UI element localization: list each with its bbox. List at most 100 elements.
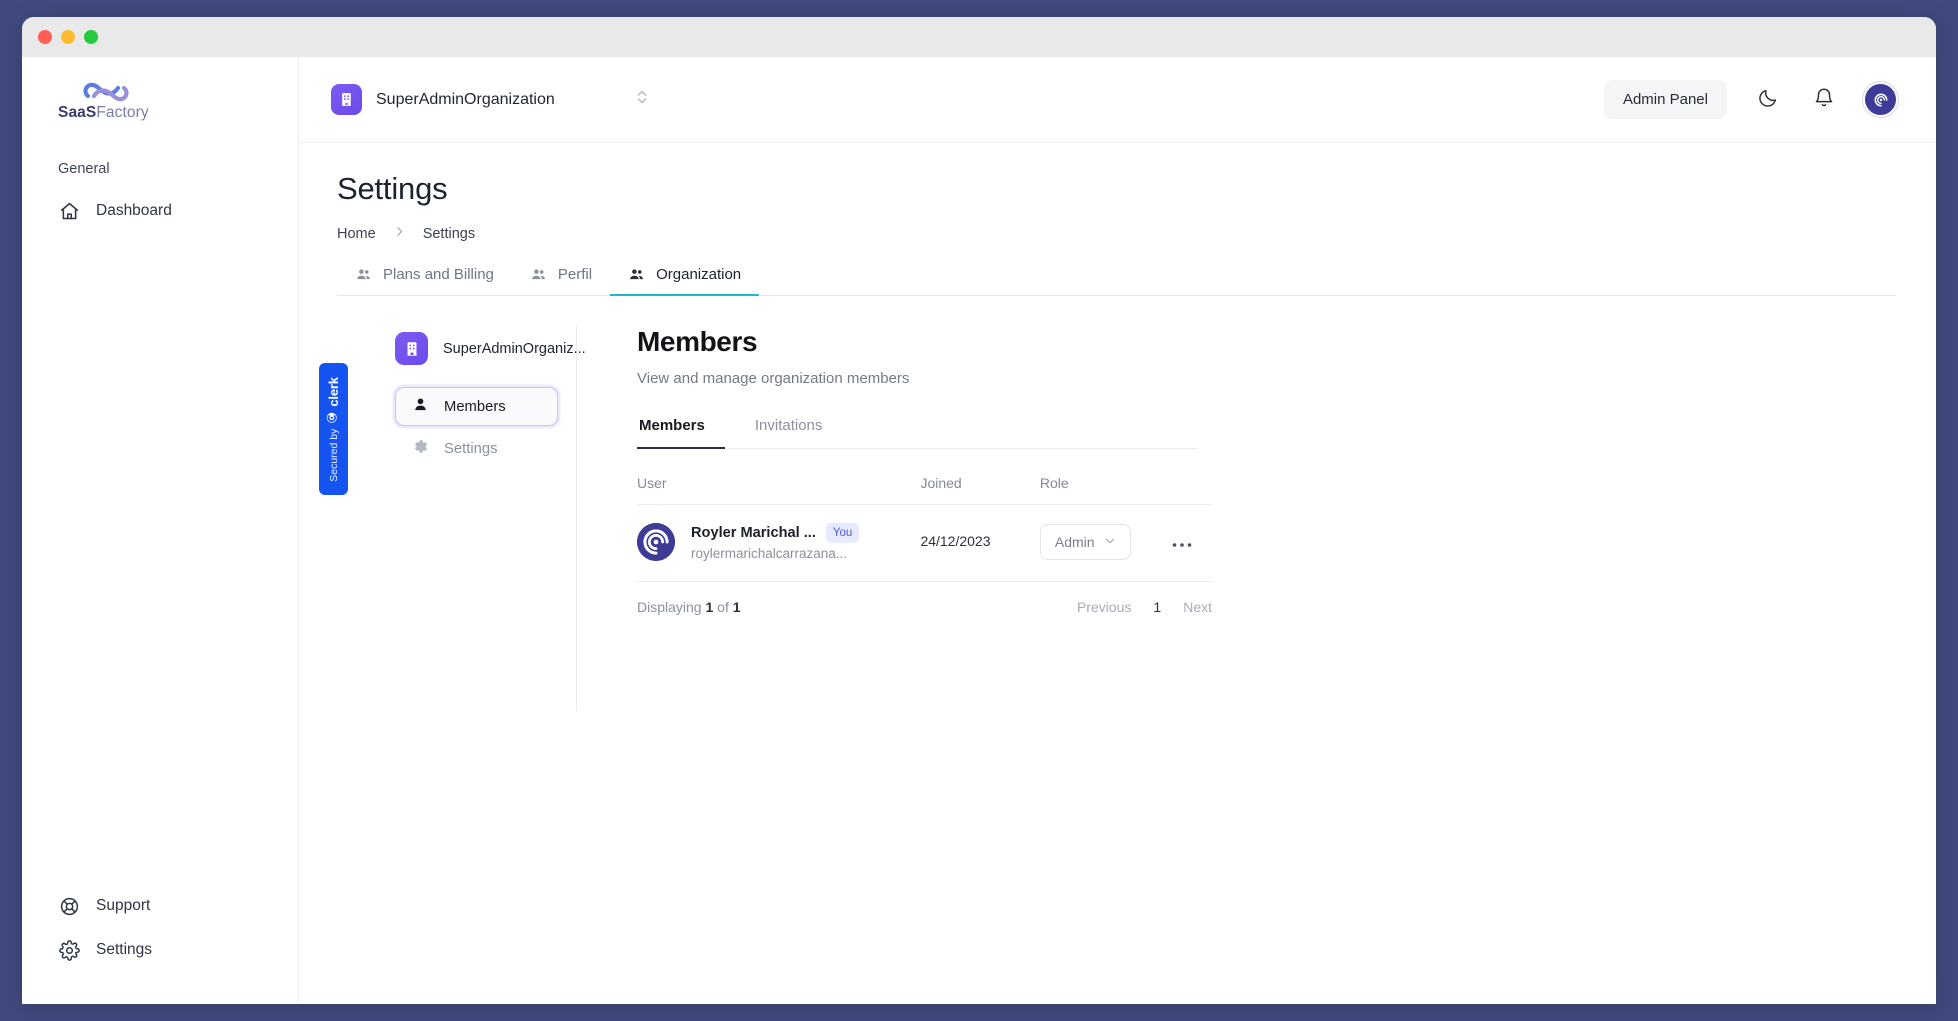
ellipsis-icon	[1172, 531, 1192, 553]
building-icon	[331, 84, 362, 115]
sidebar-item-settings[interactable]: Settings	[22, 928, 298, 972]
table-footer: Displaying 1 of 1 Previous 1 Next	[637, 581, 1212, 615]
column-header-user: User	[637, 457, 921, 505]
displaying-total: 1	[732, 599, 741, 616]
clerk-nav-item-members-label: Members	[444, 398, 506, 415]
displaying-count: 1	[705, 599, 714, 616]
admin-panel-button[interactable]: Admin Panel	[1603, 80, 1727, 119]
spiral-avatar-icon	[1870, 89, 1891, 110]
cell-joined: 24/12/2023	[920, 505, 1039, 580]
window-minimize-button[interactable]	[61, 30, 75, 44]
gear-icon	[58, 939, 80, 961]
cell-actions	[1151, 505, 1212, 580]
displaying-middle: of	[717, 599, 729, 616]
sidebar-item-dashboard-label: Dashboard	[96, 202, 172, 219]
logo-light-text: Factory	[96, 104, 149, 121]
column-header-role: Role	[1039, 457, 1152, 505]
spiral-avatar	[637, 523, 675, 562]
members-table-body: Royler Marichal ... You roylermarichalca…	[637, 505, 1212, 580]
tab-organization[interactable]: Organization	[610, 266, 760, 296]
app-window: SaaSFactory General Dashboard Support Se…	[22, 17, 1936, 1004]
tab-plans-and-billing[interactable]: Plans and Billing	[337, 266, 512, 296]
bell-icon	[1813, 87, 1835, 112]
secured-by-label: Secured by	[327, 428, 340, 482]
breadcrumb: Home Settings	[337, 225, 1896, 242]
page-title: Settings	[337, 171, 448, 206]
breadcrumb-item-home[interactable]: Home	[337, 226, 376, 242]
tab-perfil[interactable]: Perfil	[512, 266, 610, 296]
role-select-value: Admin	[1054, 534, 1095, 551]
sidebar-item-dashboard[interactable]: Dashboard	[22, 191, 298, 231]
app-logo[interactable]: SaaSFactory	[22, 57, 298, 143]
app-logo-text: SaaSFactory	[58, 104, 149, 122]
page-content: Settings Home Settings Plans and Billing	[299, 143, 1936, 1004]
secured-by-clerk-badge[interactable]: Secured by clerk	[319, 363, 348, 495]
main-column: SuperAdminOrganization Admin Panel Setti…	[299, 57, 1936, 1004]
table-header-row: User Joined Role	[637, 457, 1212, 505]
tab-organization-label: Organization	[656, 266, 742, 283]
clerk-organization-name: SuperAdminOrganiz...	[443, 340, 586, 357]
top-bar: SuperAdminOrganization Admin Panel	[299, 57, 1936, 143]
chevron-right-icon	[393, 225, 406, 242]
sidebar-item-support-label: Support	[96, 897, 151, 914]
window-maximize-button[interactable]	[84, 30, 98, 44]
window-titlebar	[22, 17, 1936, 57]
gear-icon	[412, 438, 429, 459]
notifications-button[interactable]	[1809, 85, 1839, 115]
members-title: Members	[637, 326, 758, 357]
pagination-page-1[interactable]: 1	[1153, 599, 1161, 615]
displaying-prefix: Displaying	[637, 599, 702, 616]
users-icon	[628, 266, 645, 283]
organization-profile: Secured by clerk SuperAdminOrganiz... Me…	[319, 326, 1896, 711]
displaying-status: Displaying 1 of 1	[637, 599, 741, 615]
home-icon	[58, 200, 80, 222]
clerk-nav-item-settings[interactable]: Settings	[395, 429, 558, 468]
person-icon	[412, 396, 429, 417]
infinity-cloud-logo-icon	[83, 82, 129, 102]
clerk-brand-label: clerk	[326, 376, 341, 407]
settings-tabs: Plans and Billing Perfil Organization	[337, 266, 1896, 296]
top-bar-actions: Admin Panel	[1603, 80, 1896, 119]
pagination-next-button[interactable]: Next	[1183, 599, 1212, 615]
sidebar-nav: Dashboard	[22, 191, 298, 231]
tab-invitations[interactable]: Invitations	[753, 417, 843, 449]
pagination: Previous 1 Next	[1077, 599, 1212, 615]
cell-role: Admin	[1039, 505, 1151, 580]
breadcrumb-item-settings[interactable]: Settings	[423, 226, 475, 242]
organization-name: SuperAdminOrganization	[376, 90, 555, 108]
role-select[interactable]: Admin	[1039, 524, 1131, 561]
members-table: User Joined Role Royler Marichal ... You…	[637, 457, 1212, 579]
lifebuoy-icon	[58, 895, 80, 917]
avatar[interactable]	[1865, 84, 1896, 115]
column-header-joined: Joined	[920, 457, 1040, 505]
tab-perfil-label: Perfil	[557, 266, 593, 283]
organization-profile-nav: SuperAdminOrganiz... Members Settings	[337, 326, 586, 711]
window-close-button[interactable]	[38, 30, 52, 44]
tab-members[interactable]: Members	[637, 417, 725, 449]
organization-switcher[interactable]: SuperAdminOrganization	[321, 78, 659, 121]
column-header-actions	[1151, 457, 1212, 505]
members-panel: Members View and manage organization mem…	[577, 326, 1896, 711]
clerk-nav-item-members[interactable]: Members	[395, 387, 558, 426]
logo-bold-text: SaaS	[58, 104, 97, 121]
sidebar-item-support[interactable]: Support	[22, 884, 298, 928]
chevron-up-down-icon[interactable]	[635, 88, 649, 111]
members-tabs: Members Invitations	[637, 417, 1197, 449]
building-icon	[395, 332, 428, 365]
users-icon	[530, 266, 547, 283]
tab-plans-and-billing-label: Plans and Billing	[383, 266, 494, 283]
members-subtitle: View and manage organization members	[637, 370, 910, 387]
sidebar-bottom-nav: Support Settings	[22, 884, 298, 1004]
users-icon	[355, 266, 372, 283]
member-joined-date: 24/12/2023	[920, 533, 991, 550]
row-menu-button[interactable]	[1164, 528, 1200, 556]
cell-user: Royler Marichal ... You roylermarichalca…	[637, 505, 920, 580]
clerk-logo-icon	[326, 411, 341, 423]
pagination-previous-button[interactable]: Previous	[1077, 599, 1131, 615]
member-email: roylermarichalcarrazana...	[691, 546, 848, 562]
theme-toggle-button[interactable]	[1753, 85, 1783, 115]
sidebar-item-settings-label: Settings	[96, 941, 153, 958]
members-table-head: User Joined Role	[637, 457, 1212, 505]
clerk-nav-item-settings-label: Settings	[444, 440, 498, 457]
status-badge: You	[825, 523, 860, 544]
